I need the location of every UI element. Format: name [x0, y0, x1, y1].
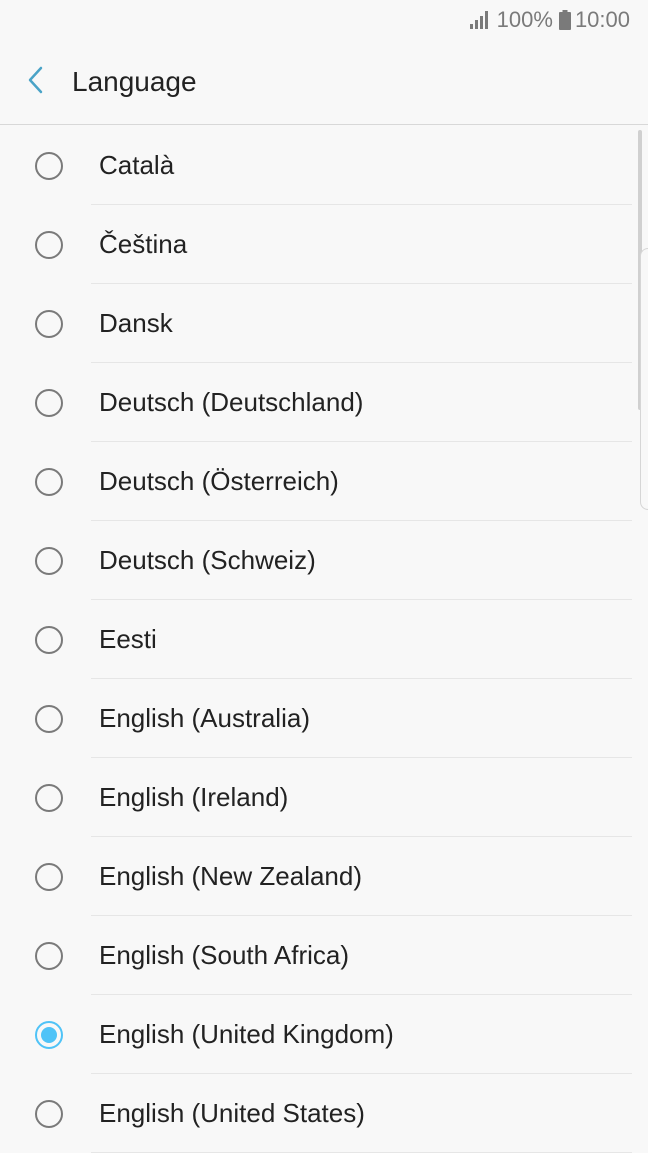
radio-button[interactable] [35, 230, 63, 259]
language-label: Čeština [99, 229, 188, 259]
language-item-english-south-africa[interactable]: English (South Africa) [0, 916, 632, 995]
language-label: English (South Africa) [99, 940, 350, 970]
radio-button[interactable] [35, 546, 63, 575]
language-list: Català Čeština Dansk Deutsch (Deutschlan… [0, 126, 632, 1153]
radio-button[interactable] [35, 309, 63, 338]
radio-button[interactable] [35, 625, 63, 654]
language-label: English (New Zealand) [99, 861, 363, 891]
language-item-english-australia[interactable]: English (Australia) [0, 679, 632, 758]
language-label: Deutsch (Deutschland) [99, 387, 364, 417]
back-button[interactable] [0, 40, 72, 125]
language-label: Deutsch (Österreich) [99, 466, 339, 496]
language-item-english-new-zealand[interactable]: English (New Zealand) [0, 837, 632, 916]
radio-button[interactable] [35, 941, 63, 970]
radio-button[interactable] [35, 783, 63, 812]
battery-percent: 100% [496, 7, 553, 32]
language-item-dansk[interactable]: Dansk [0, 284, 632, 363]
language-label: English (United Kingdom) [99, 1019, 394, 1049]
radio-button[interactable] [35, 467, 63, 496]
language-item-deutsch-schweiz[interactable]: Deutsch (Schweiz) [0, 521, 632, 600]
language-item-deutsch-osterreich[interactable]: Deutsch (Österreich) [0, 442, 632, 521]
radio-button[interactable] [35, 862, 63, 891]
signal-icon [469, 10, 491, 30]
language-label: English (Australia) [99, 703, 310, 733]
language-item-catala[interactable]: Català [0, 126, 632, 205]
radio-button[interactable] [35, 388, 63, 417]
radio-button[interactable] [35, 151, 63, 180]
language-item-cestina[interactable]: Čeština [0, 205, 632, 284]
battery-icon [558, 10, 571, 30]
status-bar: 100% 10:00 [0, 0, 648, 40]
edge-panel-handle[interactable] [640, 248, 648, 510]
language-label: Deutsch (Schweiz) [99, 545, 316, 575]
radio-button-selected[interactable] [35, 1020, 63, 1049]
language-item-eesti[interactable]: Eesti [0, 600, 632, 679]
clock: 10:00 [574, 7, 630, 32]
language-item-english-united-kingdom[interactable]: English (United Kingdom) [0, 995, 632, 1074]
radio-button[interactable] [35, 1099, 63, 1128]
language-label: Eesti [99, 624, 157, 654]
language-label: Dansk [99, 308, 173, 338]
language-item-english-united-states[interactable]: English (United States) [0, 1074, 632, 1153]
radio-button[interactable] [35, 704, 63, 733]
language-label: Català [99, 150, 175, 180]
page-title: Language [72, 66, 197, 97]
language-item-deutsch-deutschland[interactable]: Deutsch (Deutschland) [0, 363, 632, 442]
app-bar: Language [0, 40, 648, 125]
chevron-left-icon [26, 65, 46, 100]
language-item-english-ireland[interactable]: English (Ireland) [0, 758, 632, 837]
radio-dot [41, 1026, 57, 1043]
language-label: English (United States) [99, 1098, 365, 1128]
language-label: English (Ireland) [99, 782, 289, 812]
